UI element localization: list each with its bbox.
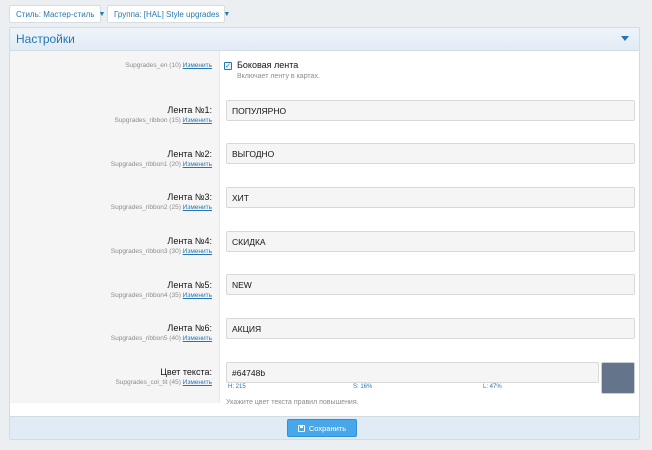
ribbon-6-label: Лента №6: [167,323,212,333]
ribbon-6-label-group: Лента №6: Supgrades_ribbon5 (40) Изменит… [111,323,212,343]
text-color-label: Цвет текста: [160,367,212,377]
edit-link[interactable]: Изменить [183,161,212,168]
color-swatch[interactable] [601,362,635,394]
option-id: Supgrades_en (10) [125,62,181,69]
ribbon-1-label: Лента №1: [167,105,212,115]
hue-value: H: 215 [228,384,246,390]
edit-link[interactable]: Изменить [183,117,212,124]
caret-down-icon: ▼ [223,10,231,18]
group-selector-label: Группа: [HAL] Style upgrades [114,9,220,19]
ribbon-3-label-group: Лента №3: Supgrades_ribbon2 (25) Изменит… [111,192,212,212]
ribbon-1-label-group: Лента №1: Supgrades_ribbon (15) Изменить [114,105,212,125]
ribbon-4-input[interactable]: СКИДКА [226,231,635,252]
edit-link[interactable]: Изменить [183,62,212,69]
edit-link[interactable]: Изменить [183,379,212,386]
option-id: Supgrades_ribbon1 (20) [110,161,181,168]
form-footer: Сохранить [10,416,639,439]
sidebar-checkbox-label[interactable]: Боковая лента [237,60,298,70]
option-id: Supgrades_col_tit (45) [115,379,181,386]
option-id: Supgrades_ribbon4 (35) [110,292,181,299]
saturation-value: S: 16% [353,384,373,390]
ribbon-4-label-group: Лента №4: Supgrades_ribbon3 (30) Изменит… [111,236,212,256]
ribbon-3-input[interactable]: ХИТ [226,187,635,208]
ribbon-4-label: Лента №4: [167,236,212,246]
ribbon-2-label-group: Лента №2: Supgrades_ribbon1 (20) Изменит… [111,149,212,169]
option-id: Supgrades_ribbon5 (40) [110,335,181,342]
ribbon-5-label-group: Лента №5: Supgrades_ribbon4 (35) Изменит… [111,280,212,300]
collapse-toggle-icon[interactable] [621,36,629,41]
ribbon-1-input[interactable]: ПОПУЛЯРНО [226,100,635,121]
text-color-input[interactable]: #64748b [226,362,599,383]
sidebar-option-label: Supgrades_en (10) Изменить [125,61,212,70]
text-color-hint: Укажите цвет текста правил повышения. [226,399,359,406]
ribbon-3-label: Лента №3: [167,192,212,202]
ribbon-6-input[interactable]: АКЦИЯ [226,318,635,339]
edit-link[interactable]: Изменить [183,292,212,299]
option-id: Supgrades_ribbon2 (25) [110,204,181,211]
ribbon-2-input[interactable]: ВЫГОДНО [226,143,635,164]
panel-title: Настройки [16,32,75,46]
floppy-disk-icon [297,424,305,432]
style-selector-label: Стиль: Мастер-стиль [16,9,95,19]
ribbon-2-label: Лента №2: [167,149,212,159]
option-id: Supgrades_ribbon3 (30) [110,248,181,255]
sidebar-checkbox-description: Включает ленту в картах. [237,73,320,80]
settings-panel: Настройки Supgrades_en (10) Изменить ✓ Б… [9,27,640,440]
save-button[interactable]: Сохранить [287,419,357,437]
group-selector-button[interactable]: Группа: [HAL] Style upgrades ▼ [107,5,230,23]
ribbon-5-input[interactable]: NEW [226,274,635,295]
ribbon-5-label: Лента №5: [167,280,212,290]
caret-down-icon: ▼ [98,10,106,18]
edit-link[interactable]: Изменить [183,248,212,255]
edit-link[interactable]: Изменить [183,335,212,342]
save-button-label: Сохранить [308,423,347,433]
text-color-label-group: Цвет текста: Supgrades_col_tit (45) Изме… [115,367,212,387]
edit-link[interactable]: Изменить [183,204,212,211]
label-column [10,51,220,403]
sidebar-checkbox[interactable]: ✓ [224,62,232,70]
lightness-value: L: 47% [483,384,502,390]
option-id: Supgrades_ribbon (15) [114,117,181,124]
panel-header[interactable]: Настройки [10,28,639,51]
style-selector-button[interactable]: Стиль: Мастер-стиль ▼ [9,5,105,23]
